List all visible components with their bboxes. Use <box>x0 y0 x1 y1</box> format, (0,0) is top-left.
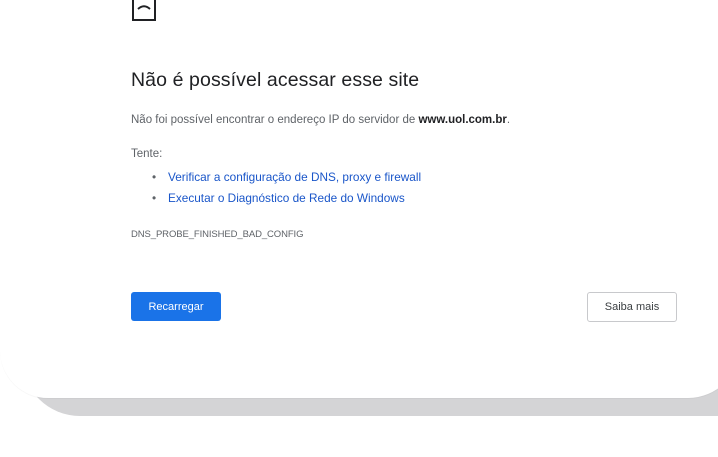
sad-page-icon <box>132 0 156 21</box>
bullet-icon: • <box>152 170 157 184</box>
suggestion-network-diagnostics: • Executar o Diagnóstico de Rede do Wind… <box>148 188 421 209</box>
bullet-icon: • <box>152 191 157 205</box>
try-label: Tente: <box>131 148 163 160</box>
error-domain: www.uol.com.br <box>418 114 507 126</box>
reload-button[interactable]: Recarregar <box>131 292 221 321</box>
error-code: DNS_PROBE_FINISHED_BAD_CONFIG <box>131 229 304 240</box>
suggestions-list: • Verificar a configuração de DNS, proxy… <box>148 167 421 209</box>
learn-more-button[interactable]: Saiba mais <box>587 292 677 322</box>
error-description: Não foi possível encontrar o endereço IP… <box>131 114 510 126</box>
error-title: Não é possível acessar esse site <box>131 69 420 91</box>
description-suffix: . <box>506 114 511 126</box>
viewport: Não é possível acessar esse site Não foi… <box>0 0 718 457</box>
description-prefix: Não foi possível encontrar o endereço IP… <box>131 114 419 126</box>
suggestion-check-dns: • Verificar a configuração de DNS, proxy… <box>148 167 421 188</box>
suggestion-check-dns-link[interactable]: Verificar a configuração de DNS, proxy e… <box>168 170 421 184</box>
suggestion-network-diagnostics-link[interactable]: Executar o Diagnóstico de Rede do Window… <box>168 191 405 205</box>
